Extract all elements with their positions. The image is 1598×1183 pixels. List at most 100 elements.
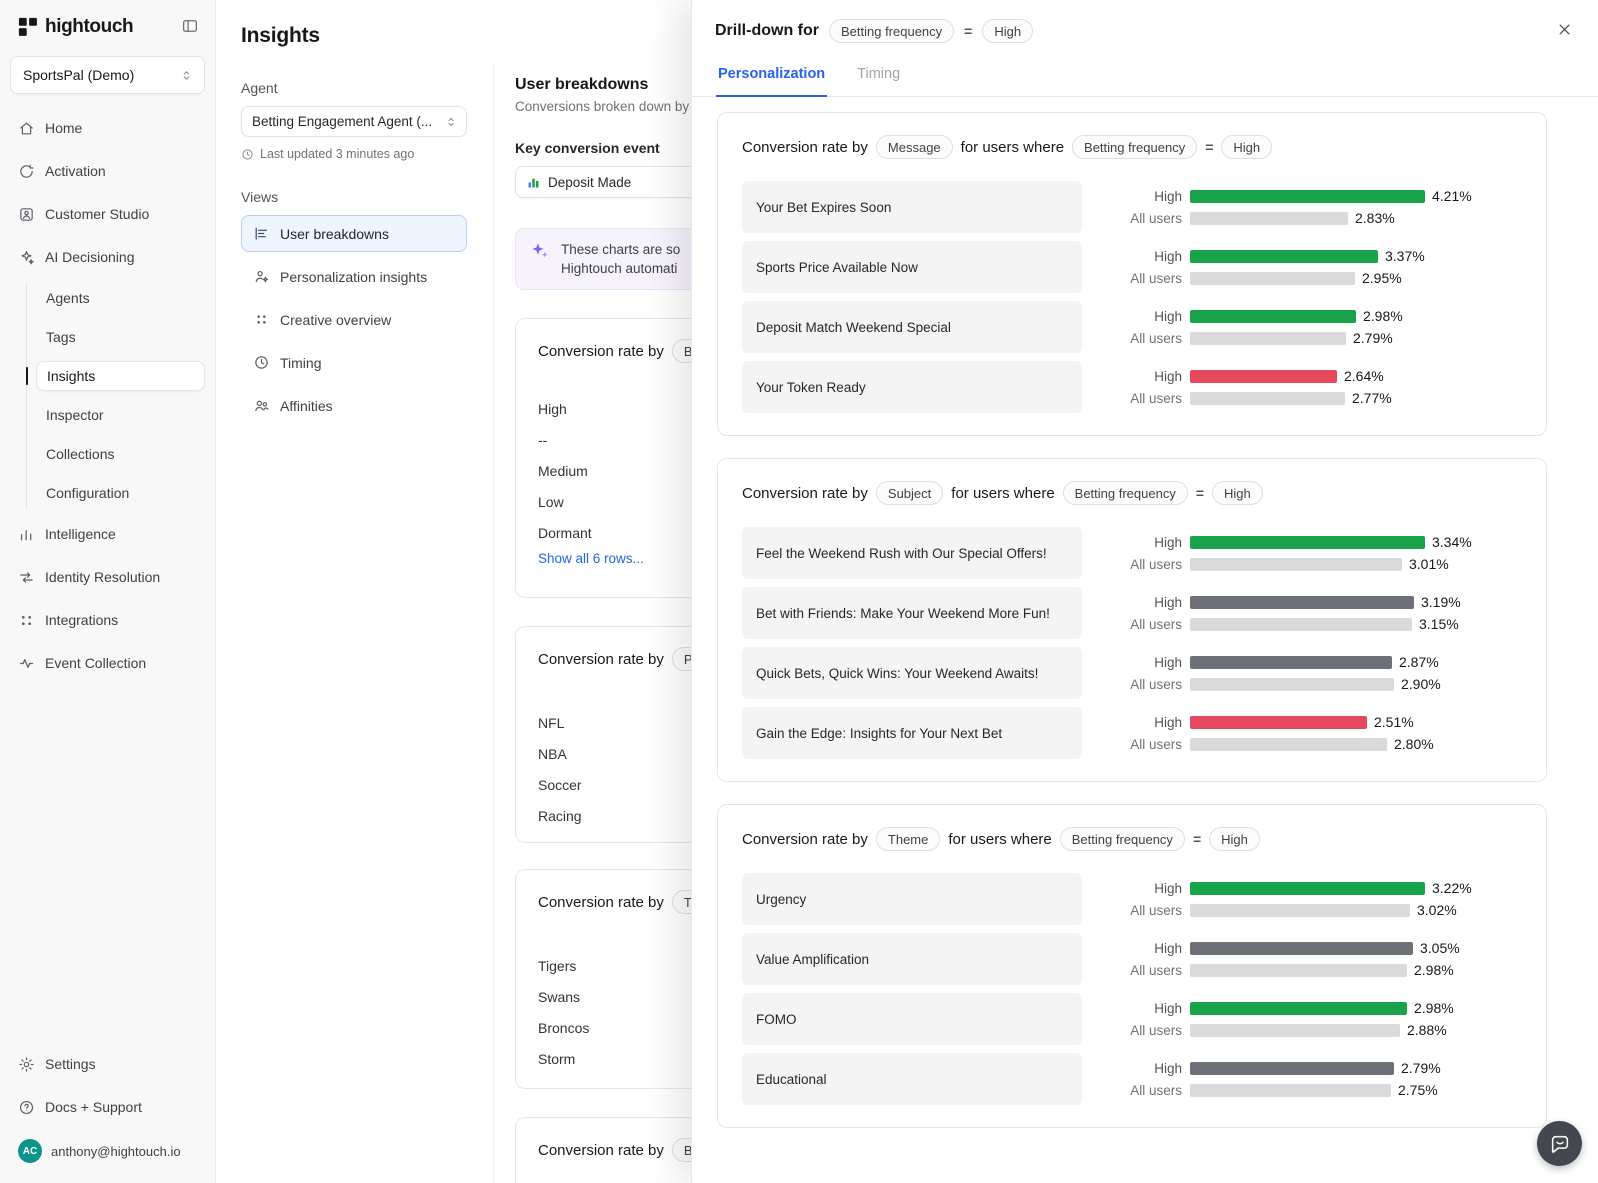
gear-icon xyxy=(18,1056,35,1073)
equals-sign: = xyxy=(1196,485,1204,501)
all-users-bar xyxy=(1190,1084,1391,1097)
sidebar-item-insights[interactable]: Insights xyxy=(36,361,205,391)
filter-chip[interactable]: Betting frequency xyxy=(1072,135,1197,159)
value-chip[interactable]: High xyxy=(1221,135,1272,159)
account-menu[interactable]: AC anthony@hightouch.io xyxy=(10,1133,205,1169)
hightouch-logo-icon xyxy=(18,17,38,37)
agent-selector[interactable]: Betting Engagement Agent (... xyxy=(241,106,467,137)
row-label: FOMO xyxy=(742,993,1082,1045)
nav-label: AI Decisioning xyxy=(45,249,135,265)
dimension-chip[interactable]: Subject xyxy=(876,481,943,505)
sidebar-collapse-button[interactable] xyxy=(181,17,199,38)
logo-wordmark: hightouch xyxy=(45,16,133,38)
page-title: Insights xyxy=(241,24,320,48)
hightouch-logo: hightouch xyxy=(18,16,133,38)
customer-studio-icon xyxy=(18,206,35,223)
chat-bubble-icon xyxy=(1549,1133,1571,1155)
person-sparkle-icon xyxy=(253,268,270,285)
sidebar-item-settings[interactable]: Settings xyxy=(10,1047,205,1081)
high-bar xyxy=(1190,310,1356,323)
sidebar-item-activation[interactable]: Activation xyxy=(10,154,205,188)
dimension-chip[interactable]: Message xyxy=(876,135,953,159)
chat-widget-button[interactable] xyxy=(1537,1121,1582,1166)
dimension-chip[interactable]: Theme xyxy=(876,827,940,851)
chevron-up-down-icon xyxy=(444,115,458,129)
all-users-bar xyxy=(1190,332,1346,345)
nav-label: Intelligence xyxy=(45,526,116,542)
sidebar-item-ai-decisioning[interactable]: AI Decisioning xyxy=(10,240,205,274)
view-creative-overview[interactable]: Creative overview xyxy=(241,301,467,338)
sidebar-item-inspector[interactable]: Inspector xyxy=(36,400,205,430)
view-user-breakdowns[interactable]: User breakdowns xyxy=(241,215,467,252)
metric-row: Your Bet Expires Soon High4.21% All user… xyxy=(742,181,1522,233)
intelligence-icon xyxy=(18,526,35,543)
workspace-selector[interactable]: SportsPal (Demo) xyxy=(10,56,205,94)
high-bar xyxy=(1190,1062,1394,1075)
sidebar-item-home[interactable]: Home xyxy=(10,111,205,145)
high-bar xyxy=(1190,882,1425,895)
nav-label: Customer Studio xyxy=(45,206,149,222)
nav-label: Integrations xyxy=(45,612,118,628)
sidebar-item-collections[interactable]: Collections xyxy=(36,439,205,469)
metric-row: Feel the Weekend Rush with Our Special O… xyxy=(742,527,1522,579)
banner-line-2: Hightouch automati xyxy=(561,259,680,278)
nav-label: Activation xyxy=(45,163,106,179)
close-icon xyxy=(1555,20,1574,39)
show-all-rows-link[interactable]: Show all 6 rows... xyxy=(538,551,644,566)
breakdown-bars-icon xyxy=(253,225,270,242)
last-updated: Last updated 3 minutes ago xyxy=(241,147,467,161)
row-label: Sports Price Available Now xyxy=(742,241,1082,293)
conversion-card-title: Conversion rate by Subject for users whe… xyxy=(742,481,1522,505)
sidebar-item-docs-support[interactable]: Docs + Support xyxy=(10,1090,205,1124)
metric-row: Urgency High3.22% All users3.02% xyxy=(742,873,1522,925)
drawer-title: Drill-down for xyxy=(715,22,819,40)
sidebar-item-integrations[interactable]: Integrations xyxy=(10,603,205,637)
value-chip[interactable]: High xyxy=(1209,827,1260,851)
close-button[interactable] xyxy=(1555,20,1574,42)
nav-label: Settings xyxy=(45,1056,96,1072)
sidebar-item-customer-studio[interactable]: Customer Studio xyxy=(10,197,205,231)
nav-label: Identity Resolution xyxy=(45,569,160,585)
row-label: Feel the Weekend Rush with Our Special O… xyxy=(742,527,1082,579)
sidebar-item-tags[interactable]: Tags xyxy=(36,322,205,352)
tab-personalization[interactable]: Personalization xyxy=(716,62,827,97)
all-users-bar xyxy=(1190,738,1387,751)
nav-label: Event Collection xyxy=(45,655,146,671)
all-users-bar xyxy=(1190,558,1402,571)
filter-chip[interactable]: Betting frequency xyxy=(1063,481,1188,505)
drawer-header: Drill-down for Betting frequency = High xyxy=(692,0,1598,62)
metric-row: Quick Bets, Quick Wins: Your Weekend Awa… xyxy=(742,647,1522,699)
account-email: anthony@hightouch.io xyxy=(51,1144,181,1159)
metric-row: Bet with Friends: Make Your Weekend More… xyxy=(742,587,1522,639)
view-timing[interactable]: Timing xyxy=(241,344,467,381)
value-chip[interactable]: High xyxy=(982,19,1033,43)
metric-row: Deposit Match Weekend Special High2.98% … xyxy=(742,301,1522,353)
panel-collapse-icon xyxy=(181,17,199,35)
tab-timing[interactable]: Timing xyxy=(855,62,902,96)
filter-chip[interactable]: Betting frequency xyxy=(829,19,954,43)
chevron-up-down-icon xyxy=(179,68,194,83)
filter-chip[interactable]: Betting frequency xyxy=(1060,827,1185,851)
identity-resolution-icon xyxy=(18,569,35,586)
sidebar-nav: Home Activation Customer Studio AI Decis… xyxy=(10,111,205,689)
all-users-bar xyxy=(1190,212,1348,225)
sidebar-item-event-collection[interactable]: Event Collection xyxy=(10,646,205,680)
activation-icon xyxy=(18,163,35,180)
view-personalization-insights[interactable]: Personalization insights xyxy=(241,258,467,295)
sidebar-item-configuration[interactable]: Configuration xyxy=(36,478,205,508)
equals-sign: = xyxy=(1193,831,1201,847)
sidebar-item-identity-resolution[interactable]: Identity Resolution xyxy=(10,560,205,594)
sidebar-item-agents[interactable]: Agents xyxy=(36,283,205,313)
metric-row: Educational High2.79% All users2.75% xyxy=(742,1053,1522,1105)
value-chip[interactable]: High xyxy=(1212,481,1263,505)
high-bar xyxy=(1190,370,1337,383)
grid-dots-icon xyxy=(253,311,270,328)
sidebar-item-intelligence[interactable]: Intelligence xyxy=(10,517,205,551)
agent-panel: Agent Betting Engagement Agent (... Last… xyxy=(241,80,467,430)
high-bar xyxy=(1190,656,1392,669)
row-label: Value Amplification xyxy=(742,933,1082,985)
view-affinities[interactable]: Affinities xyxy=(241,387,467,424)
metric-row: Gain the Edge: Insights for Your Next Be… xyxy=(742,707,1522,759)
all-users-bar xyxy=(1190,1024,1400,1037)
agent-selector-value: Betting Engagement Agent (... xyxy=(252,114,437,129)
